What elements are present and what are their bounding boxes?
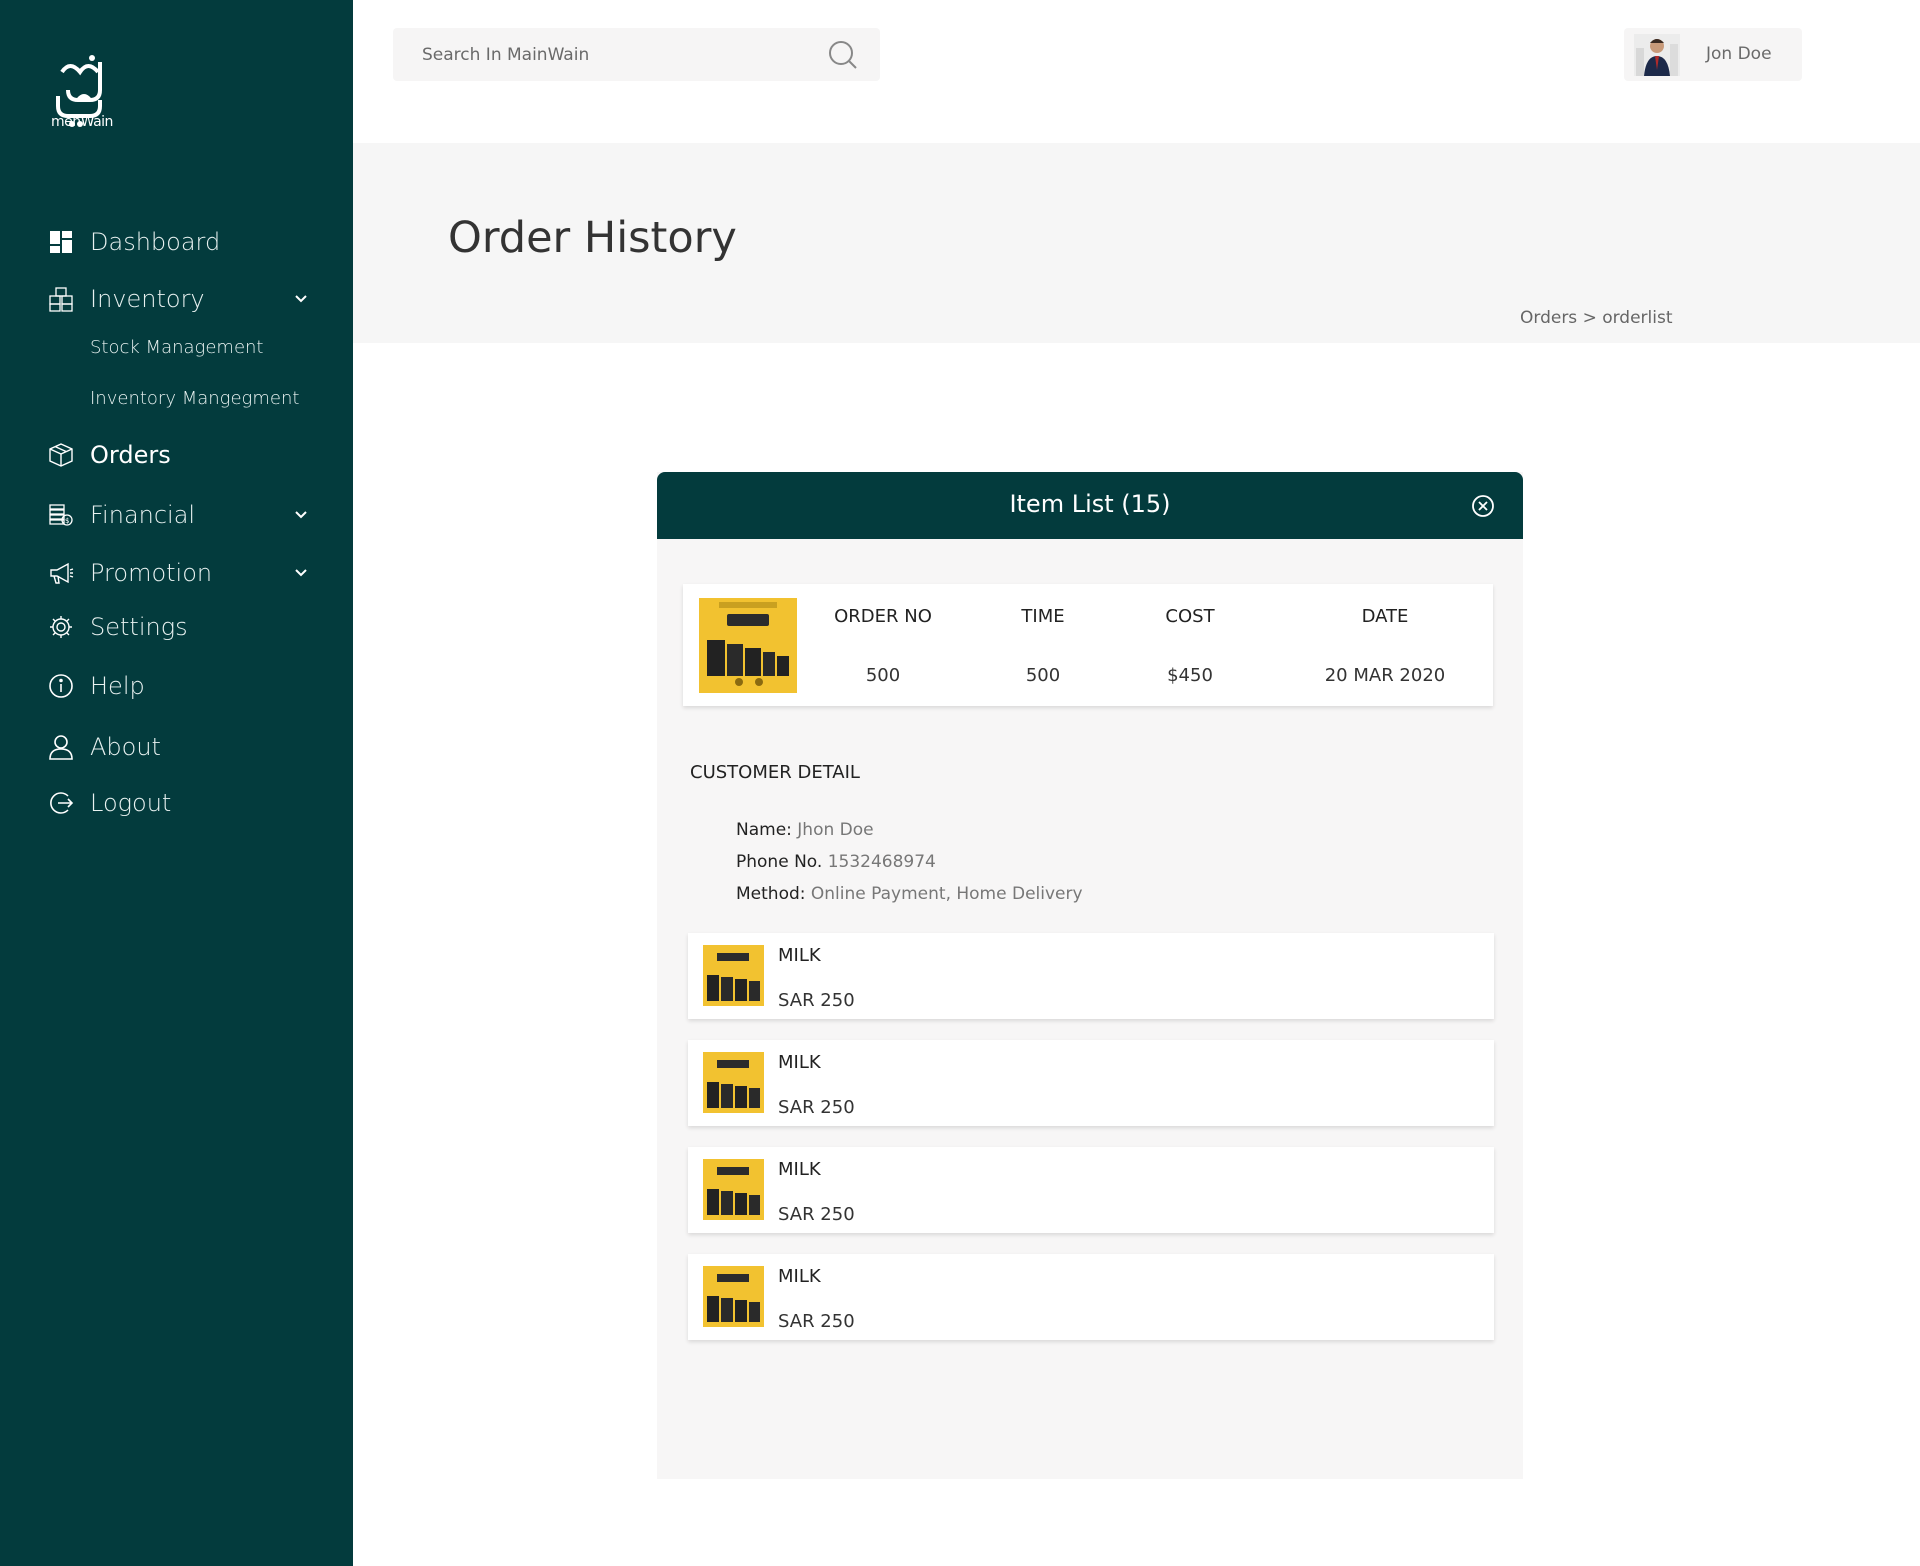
chevron-down-icon[interactable]	[293, 507, 309, 523]
list-item[interactable]: MILK SAR 250	[688, 933, 1494, 1019]
customer-phone: Phone No. 1532468974	[736, 852, 936, 872]
sidebar-subitem-stock-management[interactable]: Stock Management	[90, 337, 264, 358]
panel-title: Item List (15)	[1009, 490, 1171, 518]
inventory-icon	[48, 286, 74, 312]
customer-phone-label: Phone No.	[736, 852, 823, 872]
sidebar-item-label: Promotion	[90, 559, 213, 587]
sidebar-item-label: Logout	[90, 789, 172, 817]
date-value: 20 MAR 2020	[1324, 665, 1446, 686]
sidebar-item-inventory[interactable]: Inventory	[48, 281, 333, 317]
sidebar-item-label: Help	[90, 672, 145, 700]
sidebar-item-label: Inventory	[90, 285, 205, 313]
sidebar-item-promotion[interactable]: Promotion	[48, 555, 333, 591]
cost-value: $450	[1167, 665, 1213, 686]
order-no-value: 500	[865, 665, 901, 686]
customer-phone-value: 1532468974	[827, 852, 936, 872]
time-header: TIME	[1021, 606, 1065, 627]
item-price: SAR 250	[778, 990, 855, 1011]
sidebar-item-logout[interactable]: Logout	[48, 785, 333, 821]
chevron-down-icon[interactable]	[293, 291, 309, 307]
customer-name-label: Name:	[736, 820, 792, 840]
user-menu[interactable]: Jon Doe	[1624, 28, 1802, 81]
orders-icon	[48, 442, 74, 468]
svg-text:$: $	[65, 517, 69, 525]
promotion-icon	[48, 560, 74, 586]
sidebar-item-label: About	[90, 733, 161, 761]
sidebar-item-label: Settings	[90, 613, 188, 641]
logout-icon	[48, 790, 74, 816]
time-column: TIME 500	[1003, 606, 1083, 686]
list-item[interactable]: MILK SAR 250	[688, 1254, 1494, 1340]
settings-icon	[48, 614, 74, 640]
sidebar-item-label: Financial	[90, 501, 196, 529]
sidebar: menWain Dashboard Inventory Stock Manage…	[0, 0, 353, 1566]
order-no-column: ORDER NO 500	[813, 606, 953, 686]
sidebar-item-orders[interactable]: Orders	[48, 437, 333, 473]
about-icon	[48, 734, 74, 760]
help-icon	[48, 673, 74, 699]
item-name: MILK	[778, 1159, 821, 1180]
cost-header: COST	[1165, 606, 1215, 627]
logo-text: menWain	[51, 114, 113, 130]
item-list-panel: Item List (15) ORDER NO 500 TIME 500 COS…	[657, 472, 1523, 1479]
customer-name-value: Jhon Doe	[797, 820, 874, 840]
customer-name: Name: Jhon Doe	[736, 820, 874, 840]
sidebar-item-dashboard[interactable]: Dashboard	[48, 224, 333, 260]
customer-method-value: Online Payment, Home Delivery	[810, 884, 1083, 904]
product-image	[703, 1159, 764, 1220]
customer-method-label: Method:	[736, 884, 806, 904]
customer-method: Method: Online Payment, Home Delivery	[736, 884, 1083, 904]
sidebar-item-about[interactable]: About	[48, 729, 333, 765]
sidebar-subitem-inventory-management[interactable]: Inventory Mangegment	[90, 388, 299, 409]
order-summary-card: ORDER NO 500 TIME 500 COST $450 DATE 20 …	[683, 584, 1493, 706]
page-header: Order History Orders > orderlist	[353, 143, 1920, 343]
product-image	[703, 1266, 764, 1327]
sidebar-item-financial[interactable]: $ Financial	[48, 497, 333, 533]
sidebar-item-settings[interactable]: Settings	[48, 609, 333, 645]
page-title: Order History	[448, 213, 737, 263]
sidebar-item-label: Dashboard	[90, 228, 221, 256]
product-image	[703, 1052, 764, 1113]
order-no-header: ORDER NO	[834, 606, 932, 627]
date-column: DATE 20 MAR 2020	[1305, 606, 1465, 686]
customer-detail-title: CUSTOMER DETAIL	[690, 762, 860, 783]
time-value: 500	[1025, 665, 1061, 686]
search-bar[interactable]: Search In MainWain	[393, 28, 880, 81]
close-icon[interactable]	[1471, 494, 1495, 518]
user-name: Jon Doe	[1706, 44, 1772, 64]
list-item[interactable]: MILK SAR 250	[688, 1040, 1494, 1126]
sidebar-item-help[interactable]: Help	[48, 668, 333, 704]
financial-icon: $	[48, 502, 74, 528]
item-price: SAR 250	[778, 1311, 855, 1332]
product-image	[703, 945, 764, 1006]
breadcrumb[interactable]: Orders > orderlist	[1520, 308, 1673, 328]
item-name: MILK	[778, 1266, 821, 1287]
date-header: DATE	[1361, 606, 1409, 627]
chevron-down-icon[interactable]	[293, 565, 309, 581]
item-price: SAR 250	[778, 1097, 855, 1118]
sidebar-item-label: Orders	[90, 441, 171, 469]
avatar[interactable]	[1634, 34, 1680, 76]
list-item[interactable]: MILK SAR 250	[688, 1147, 1494, 1233]
item-name: MILK	[778, 945, 821, 966]
search-icon[interactable]	[828, 40, 858, 70]
search-input[interactable]: Search In MainWain	[422, 45, 589, 65]
item-name: MILK	[778, 1052, 821, 1073]
panel-header: Item List (15)	[657, 472, 1523, 539]
dashboard-icon	[48, 229, 74, 255]
item-price: SAR 250	[778, 1204, 855, 1225]
product-image	[699, 598, 797, 693]
cost-column: COST $450	[1150, 606, 1230, 686]
